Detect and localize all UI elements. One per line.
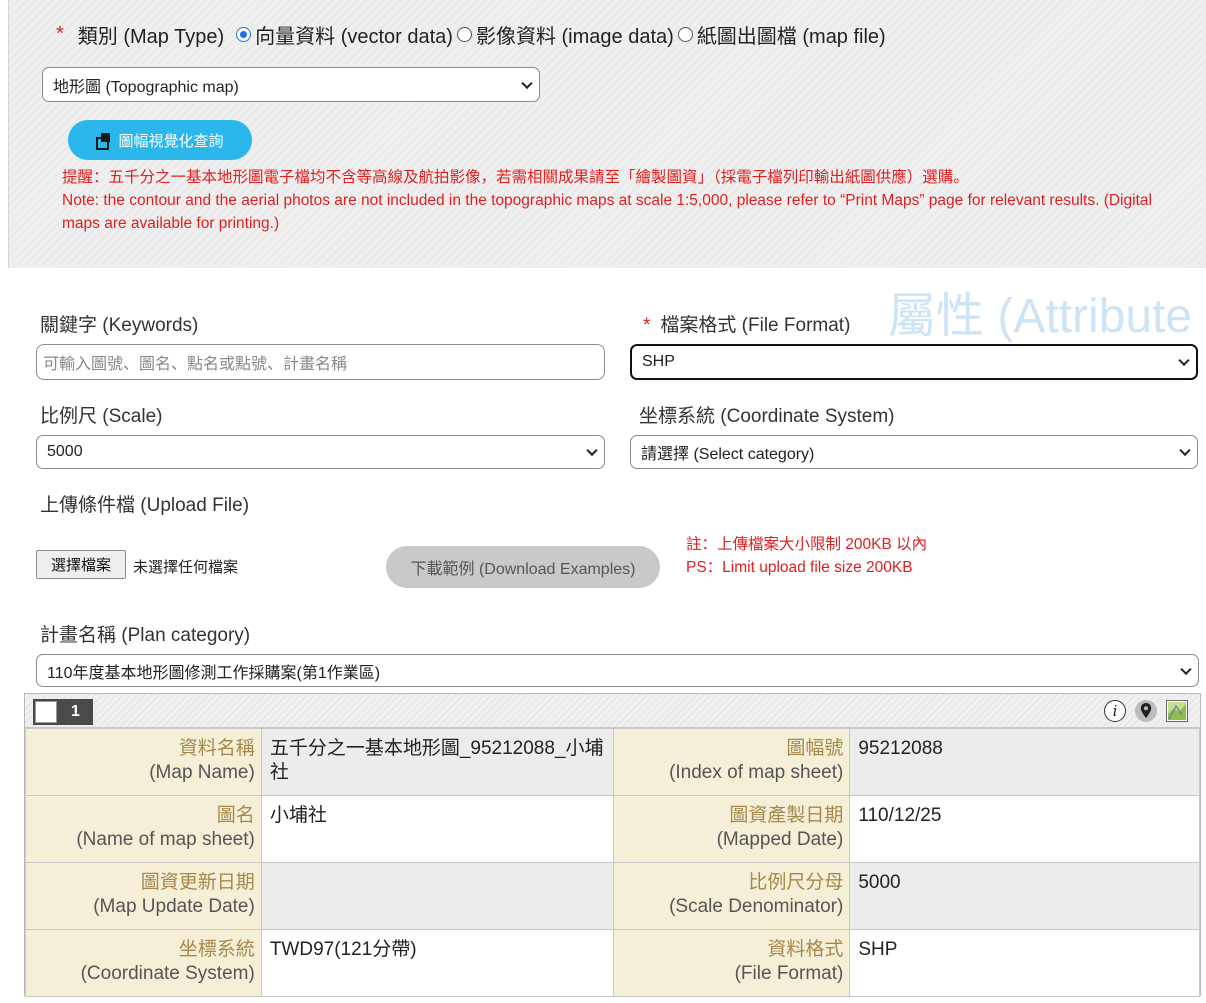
table-value: TWD97(121分帶) [260,929,615,997]
table-key: 資料名稱 (Map Name) [25,728,262,796]
scale-value: 5000 [47,443,83,460]
radio-map-file[interactable]: 紙圖出圖檔 (map file) [677,20,886,49]
result-count: 1 [71,703,80,720]
chevron-down-icon [1180,663,1192,675]
file-format-select[interactable]: SHP [630,344,1198,380]
key-en: (Map Name) [149,762,255,783]
table-value: 110/12/25 [849,795,1200,863]
upload-note-zh: 註：上傳檔案大小限制 200KB 以內 [686,536,928,553]
key-en: (Index of map sheet) [669,762,844,783]
info-icon[interactable]: i [1104,700,1126,722]
table-row: 圖名 (Name of map sheet) 小埔社 圖資產製日期 (Mapped … [25,795,1200,863]
no-file-text: 未選擇任何檔案 [133,559,239,576]
table-key: 圖名 (Name of map sheet) [25,795,262,863]
chevron-down-icon [1178,354,1190,367]
radio-label[interactable]: 紙圖出圖檔 (map file) [697,20,886,49]
attribute-table: 資料名稱 (Map Name) 五千分之一基本地形圖_95212088_小埔社 圖… [25,728,1200,997]
map-type-row: * 類別 (Map Type) 向量資料 (vector data) 影像資料 … [56,20,890,49]
key-zh: 圖名 [216,805,255,826]
topographic-notice: 提醒：五千分之一基本地形圖電子檔均不含等高線及航拍影像，若需相關成果請至「繪製圖… [62,166,1172,235]
notice-en: Note: the contour and the aerial photos … [62,192,1152,232]
location-pin-icon[interactable] [1134,699,1158,723]
coord-system-label: 坐標系統 (Coordinate System) [639,406,895,427]
chevron-down-icon [586,444,598,457]
visual-query-label: 圖幅視覺化查詢 [118,132,224,150]
plan-value: 110年度基本地形圖修測工作採購案(第1作業區) [47,664,381,682]
coord-system-value: 請選擇 (Select category) [641,446,815,463]
key-zh: 資料格式 [767,939,844,960]
map-type-radio-group: 向量資料 (vector data) 影像資料 (image data) 紙圖出… [236,20,890,49]
key-zh: 比例尺分母 [748,872,844,893]
choose-file-button[interactable]: 選擇檔案 [36,550,126,579]
key-zh: 坐標系統 [178,939,255,960]
scale-select[interactable]: 5000 [36,435,605,469]
upload-size-note: 註：上傳檔案大小限制 200KB 以內 PS：Limit upload file… [686,533,927,579]
scale-label: 比例尺 (Scale) [40,406,163,427]
map-category-select[interactable]: 地形圖 (Topographic map) [42,67,540,102]
result-select-checkbox[interactable]: 1 [33,699,93,725]
download-examples-button[interactable]: 下載範例 (Download Examples) [386,546,660,588]
radio-image-data[interactable]: 影像資料 (image data) [456,20,674,49]
table-key: 坐標系統 (Coordinate System) [25,929,262,997]
result-header: 1 i [25,694,1200,728]
keywords-input[interactable]: 可輸入圖號、圖名、點名或點號、計畫名稱 [36,344,605,380]
table-key: 比例尺分母 (Scale Denominator) [613,862,851,930]
coord-system-select[interactable]: 請選擇 (Select category) [630,435,1198,469]
table-value: 95212088 [849,728,1200,796]
radio-circle[interactable] [677,27,693,42]
checkbox[interactable] [35,701,57,723]
file-format-label: 檔案格式 (File Format) [660,315,851,336]
map-type-label: 類別 (Map Type) [77,26,225,48]
key-en: (Scale Denominator) [669,896,844,917]
upload-label: 上傳條件檔 (Upload File) [40,495,250,516]
table-row: 圖資更新日期 (Map Update Date) 比例尺分母 (Scale Deno… [25,862,1200,930]
table-value: 小埔社 [260,795,615,863]
map-thumbnail-icon[interactable] [1166,700,1188,722]
key-en: (Mapped Date) [716,829,844,850]
table-value: SHP [849,929,1200,997]
table-key: 圖資產製日期 (Mapped Date) [613,795,851,863]
key-en: (Name of map sheet) [76,829,255,850]
attribute-watermark: 屬性 (Attribute [888,290,1193,343]
table-key: 圖幅號 (Index of map sheet) [613,728,851,796]
table-row: 資料名稱 (Map Name) 五千分之一基本地形圖_95212088_小埔社 圖… [25,728,1200,796]
file-format-value: SHP [642,353,675,370]
chevron-down-icon [1179,444,1191,457]
keywords-label: 關鍵字 (Keywords) [40,315,199,336]
table-key: 圖資更新日期 (Map Update Date) [25,862,262,930]
radio-label[interactable]: 影像資料 (image data) [476,20,674,49]
keywords-placeholder: 可輸入圖號、圖名、點名或點號、計畫名稱 [43,356,348,373]
key-en: (File Format) [734,963,844,984]
key-en: (Coordinate System) [80,963,255,984]
window-restore-icon [96,133,112,150]
radio-circle-checked[interactable] [236,27,252,42]
required-asterisk: * [56,23,64,45]
radio-circle[interactable] [456,27,472,42]
table-value [260,862,615,930]
visual-query-button[interactable]: 圖幅視覺化查詢 [68,120,252,160]
table-value: 5000 [849,862,1200,930]
radio-vector-data[interactable]: 向量資料 (vector data) [236,20,453,49]
key-zh: 資料名稱 [178,738,255,759]
map-category-value: 地形圖 (Topographic map) [53,78,239,96]
upload-note-en: PS：Limit upload file size 200KB [686,559,913,576]
table-row: 坐標系統 (Coordinate System) TWD97(121分帶) 資料格… [25,929,1200,997]
key-en: (Map Update Date) [93,896,255,917]
file-format-label-row: * 檔案格式 (File Format) [643,310,850,337]
chevron-down-icon [521,77,533,89]
notice-zh: 提醒：五千分之一基本地形圖電子檔均不含等高線及航拍影像，若需相關成果請至「繪製圖… [62,169,969,186]
result-panel: 1 i 資料名稱 (Map Name) 五千分之一基本地形圖_95212088_小… [24,693,1201,997]
result-actions: i [1104,699,1188,723]
plan-label: 計畫名稱 (Plan category) [40,625,251,646]
key-zh: 圖幅號 [786,738,844,759]
key-zh: 圖資產製日期 [729,805,844,826]
required-asterisk: * [643,315,651,336]
radio-label[interactable]: 向量資料 (vector data) [255,20,453,49]
plan-select[interactable]: 110年度基本地形圖修測工作採購案(第1作業區) [36,654,1199,687]
table-value: 五千分之一基本地形圖_95212088_小埔社 [260,728,615,796]
key-zh: 圖資更新日期 [140,872,255,893]
table-key: 資料格式 (File Format) [613,929,851,997]
